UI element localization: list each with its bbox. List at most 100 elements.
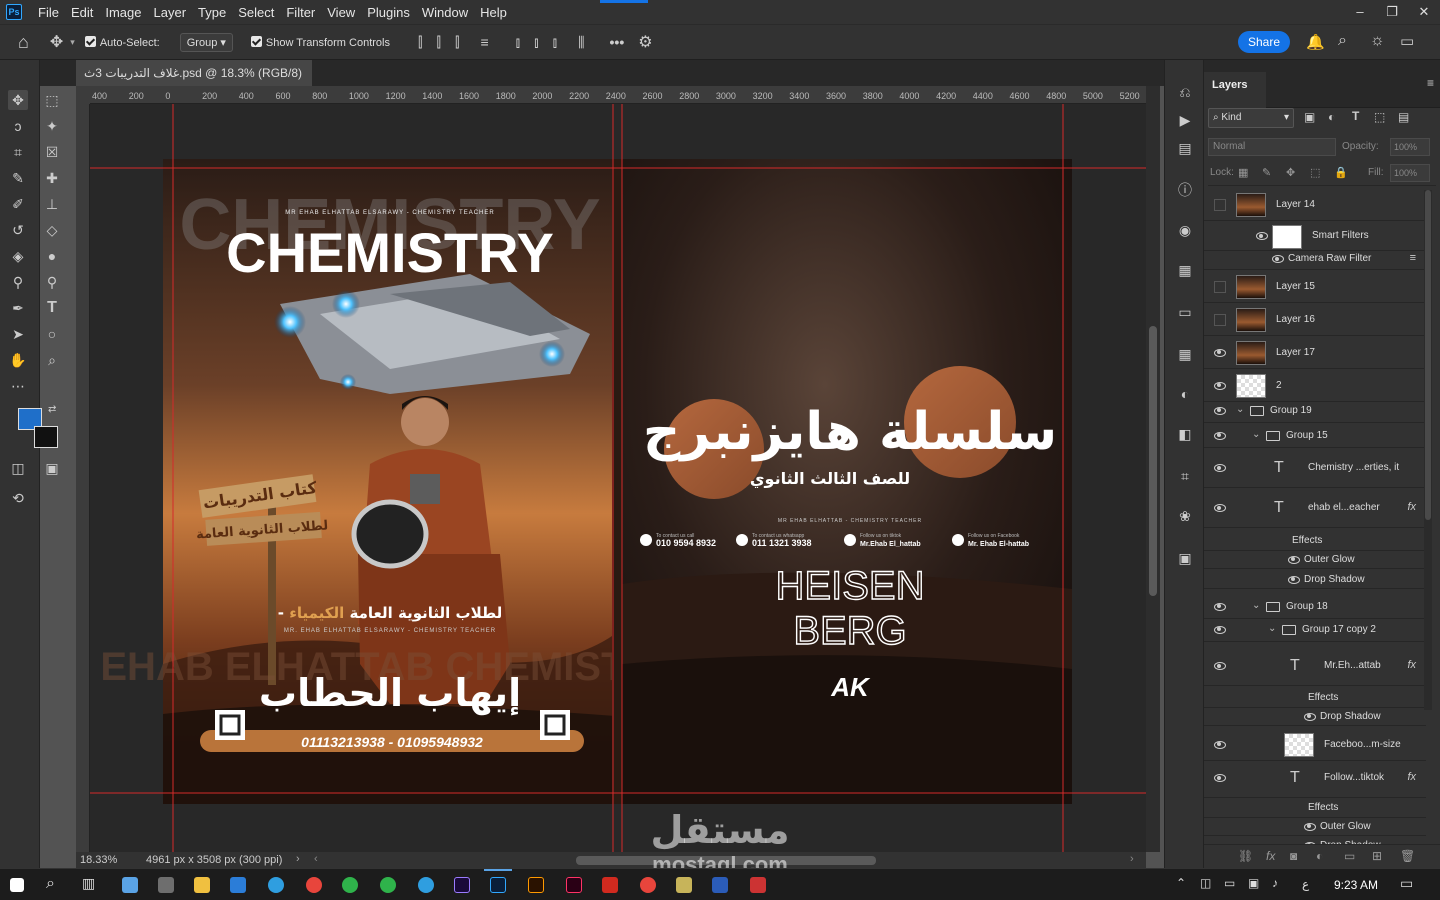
vertical-ruler[interactable] <box>76 104 90 852</box>
gradients-icon[interactable]: ▭ <box>1175 302 1195 322</box>
telegram-icon[interactable] <box>418 877 434 893</box>
lock-paint-icon[interactable]: ✎ <box>1262 166 1271 179</box>
new-group-icon[interactable]: ▭ <box>1344 849 1355 863</box>
lasso-tool-icon[interactable]: ↄ <box>8 116 28 136</box>
zoom-level[interactable]: 18.33% <box>80 854 117 866</box>
frame-tool-icon[interactable]: ☒ <box>42 142 62 162</box>
visibility-eye-icon[interactable] <box>1214 464 1226 472</box>
align-center-icon[interactable]: ⫿ <box>436 34 440 51</box>
photoshop-taskbar-icon[interactable] <box>490 877 506 893</box>
zoom-tool-icon[interactable]: ⌕ <box>42 350 62 370</box>
history-brush-icon[interactable]: ↺ <box>8 220 28 240</box>
language-indicator[interactable]: ع <box>1302 877 1309 891</box>
layer-row[interactable]: ⌄ Group 18 <box>1204 594 1426 619</box>
align-top-icon[interactable]: ⫾ <box>516 34 520 51</box>
filter-pixel-icon[interactable]: ▣ <box>1304 110 1315 124</box>
visibility-eye-icon[interactable] <box>1214 381 1226 390</box>
add-mask-icon[interactable]: ◙ <box>1290 849 1297 863</box>
lock-all-icon[interactable]: 🔒 <box>1334 166 1348 179</box>
actions-play-icon[interactable]: ▶ <box>1175 110 1195 130</box>
task-view-icon[interactable]: ▥ <box>82 875 95 892</box>
menu-filter[interactable]: Filter <box>280 5 321 20</box>
edit-toolbar-icon[interactable]: ⋯ <box>8 376 28 396</box>
clone-stamp-icon[interactable]: ⊥ <box>42 194 62 214</box>
file-explorer-icon[interactable] <box>194 877 210 893</box>
layer-thumbnail[interactable] <box>1236 373 1266 398</box>
calculator-icon[interactable] <box>158 877 174 893</box>
filter-shape-icon[interactable]: ⬚ <box>1374 110 1385 124</box>
layer-row[interactable]: T Follow...tiktok fx <box>1204 758 1426 798</box>
align-left-icon[interactable]: ⫿ <box>418 34 422 51</box>
visibility-eye-icon[interactable] <box>1304 822 1316 831</box>
canvas-area[interactable]: CHEMISTRY CHEMISTRY MR EHAB ELHATTAB ELS… <box>90 104 1146 852</box>
menu-window[interactable]: Window <box>416 5 474 20</box>
history-panel-icon[interactable]: ⎌ <box>1175 82 1195 102</box>
menu-edit[interactable]: Edit <box>65 5 99 20</box>
copilot-icon[interactable] <box>122 877 138 893</box>
chrome-2-icon[interactable] <box>640 877 656 893</box>
menu-plugins[interactable]: Plugins <box>361 5 416 20</box>
start-icon[interactable] <box>10 878 24 892</box>
tray-display-icon[interactable]: ▣ <box>1248 876 1259 890</box>
share-button[interactable]: Share <box>1238 31 1290 53</box>
menu-select[interactable]: Select <box>232 5 280 20</box>
adjustments-icon[interactable]: ◐ <box>1175 384 1195 404</box>
layer-row[interactable]: Smart Filters <box>1204 221 1426 251</box>
layer-row[interactable]: Layer 16 <box>1204 303 1426 336</box>
filter-adjustment-icon[interactable]: ◐ <box>1328 110 1335 124</box>
dodge-tool-icon[interactable]: ⚲ <box>8 272 28 292</box>
background-color-swatch[interactable] <box>34 426 58 448</box>
whatsapp-icon[interactable] <box>342 877 358 893</box>
fill-field[interactable]: 100% <box>1390 164 1430 182</box>
smudge-tool-icon[interactable]: ⚲ <box>42 272 62 292</box>
acrobat-icon[interactable] <box>602 877 618 893</box>
layer-row[interactable]: Camera Raw Filter ≡ <box>1204 248 1426 270</box>
layer-thumbnail[interactable] <box>1236 274 1266 299</box>
layer-row[interactable]: Outer Glow <box>1204 817 1426 836</box>
menu-view[interactable]: View <box>321 5 361 20</box>
layer-row[interactable]: ⌄ Group 19 <box>1204 398 1426 423</box>
blend-mode-dropdown[interactable]: Normal <box>1208 138 1336 156</box>
layer-row[interactable]: Layer 17 <box>1204 336 1426 369</box>
brush-tool-icon[interactable]: ✐ <box>8 194 28 214</box>
kind-filter-dropdown[interactable]: ⌕ Kind ▾ <box>1208 108 1294 128</box>
visibility-eye-icon[interactable] <box>1304 712 1316 721</box>
filter-type-icon[interactable]: T <box>1352 109 1359 123</box>
word-icon[interactable] <box>712 877 728 893</box>
layer-row[interactable]: Faceboo...m-size <box>1204 728 1426 761</box>
path-select-icon[interactable]: ➤ <box>8 324 28 344</box>
bell-icon[interactable]: 🔔 <box>1306 33 1325 51</box>
tray-volume-icon[interactable]: ♪ <box>1272 876 1278 890</box>
link-layers-icon[interactable]: ⛓ <box>1238 849 1253 863</box>
ellipse-tool-icon[interactable]: ○ <box>42 324 62 344</box>
swatches-icon[interactable]: ▦ <box>1175 260 1195 280</box>
chrome-icon[interactable] <box>306 877 322 893</box>
color-panel-icon[interactable]: ◉ <box>1175 220 1195 240</box>
visibility-eye-icon[interactable] <box>1214 662 1226 670</box>
group-expand-chevron-icon[interactable]: ⌄ <box>1236 404 1244 415</box>
layer-effects-badge[interactable]: fx <box>1407 771 1416 783</box>
visibility-eye-icon[interactable] <box>1288 575 1300 584</box>
menu-type[interactable]: Type <box>192 5 232 20</box>
tab-layers[interactable]: Layers <box>1204 72 1266 108</box>
close-window-button[interactable]: ✕ <box>1408 0 1440 24</box>
layer-row[interactable]: Drop Shadow <box>1204 836 1426 844</box>
visibility-toggle[interactable] <box>1214 280 1226 293</box>
menu-help[interactable]: Help <box>474 5 513 20</box>
menu-layer[interactable]: Layer <box>148 5 193 20</box>
pen-tool-icon[interactable]: ✒ <box>8 298 28 318</box>
tray-battery-icon[interactable]: ▭ <box>1224 876 1235 890</box>
lock-pixels-icon[interactable]: ▦ <box>1238 166 1248 179</box>
layer-row[interactable]: T Mr.Eh...attab fx <box>1204 646 1426 686</box>
move-tool-icon[interactable]: ✥ <box>8 90 28 110</box>
group-expand-chevron-icon[interactable]: ⌄ <box>1252 429 1260 440</box>
layer-row[interactable]: Tehab el...eacher fx <box>1204 488 1426 528</box>
healing-brush-icon[interactable]: ✚ <box>42 168 62 188</box>
layer-thumbnail[interactable] <box>1236 340 1266 365</box>
libraries-icon[interactable]: ▣ <box>1175 548 1195 568</box>
visibility-toggle[interactable] <box>1214 198 1226 211</box>
edge-icon[interactable] <box>268 877 284 893</box>
quick-mask-icon[interactable]: ◫ <box>8 458 28 478</box>
marquee-tool-icon[interactable]: ⬚ <box>42 90 62 110</box>
paint-bucket-icon[interactable]: ◈ <box>8 246 28 266</box>
